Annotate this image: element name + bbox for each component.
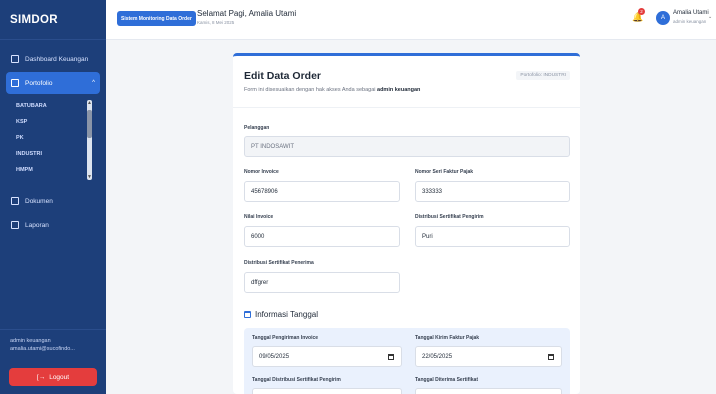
logout-icon: [→: [36, 373, 46, 381]
sidebar-item-label: Laporan: [25, 221, 49, 229]
scroll-thumb[interactable]: [87, 110, 92, 138]
logout-label: Logout: [49, 373, 70, 381]
dashboard-icon: [11, 55, 19, 63]
faktur-label: Nomor Seri Faktur Pajak: [415, 169, 474, 175]
section-label: Informasi Tanggal: [255, 310, 318, 319]
sidebar-nav: Dashboard Keuangan Portofolio ^ BATUBARA…: [0, 40, 106, 246]
brand-logo: SIMDOR: [0, 0, 106, 40]
sidebar-item-dashboard[interactable]: Dashboard Keuangan: [6, 48, 100, 70]
sidebar-user-info: admin keuangan amalia.utami@sucofindo...: [0, 329, 106, 360]
pelanggan-label: Pelanggan: [244, 125, 270, 131]
dist-penerima-field[interactable]: dffgrer: [244, 272, 400, 293]
sidebar-item-label: Dokumen: [25, 197, 53, 205]
topbar: Sistem Monitoring Data Order Selamat Pag…: [106, 0, 716, 40]
greeting-text: Selamat Pagi, Amalia Utami: [197, 9, 297, 18]
sidebar-user-email: amalia.utami@sucofindo...: [10, 346, 75, 352]
invoice-field[interactable]: 45678906: [244, 181, 400, 202]
chart-icon: [11, 221, 19, 229]
divider: [233, 107, 580, 108]
topbar-user-role: admin keuangan: [673, 19, 707, 24]
date-section-title: Informasi Tanggal: [244, 310, 318, 319]
scroll-up-icon[interactable]: ▲: [87, 100, 92, 106]
edit-order-card: Edit Data Order Form ini disesuaikan den…: [233, 53, 580, 394]
tgl-faktur-label: Tanggal Kirim Faktur Pajak: [415, 335, 480, 341]
user-role-highlight: admin keuangan: [377, 87, 421, 93]
sidebar-item-laporan[interactable]: Laporan: [6, 214, 100, 236]
calendar-icon[interactable]: [548, 354, 554, 360]
document-icon: [11, 197, 19, 205]
sidebar-item-portofolio[interactable]: Portofolio ^: [6, 72, 100, 94]
portfolio-submenu: BATUBARA KSP PK INDUSTRI HMPM ▲ ▼: [6, 96, 100, 184]
calendar-icon[interactable]: [388, 354, 394, 360]
tgl-dist-label: Tanggal Distribusi Sertifikat Pengirim: [252, 377, 341, 383]
folder-icon: [11, 79, 19, 87]
tgl-diterima-field[interactable]: [415, 388, 562, 394]
avatar[interactable]: A: [656, 11, 670, 25]
chevron-down-icon[interactable]: ⌄: [708, 14, 712, 20]
sidebar-item-dokumen[interactable]: Dokumen: [6, 190, 100, 212]
portfolio-badge: Portofolio: INDUSTRI: [516, 71, 570, 80]
page-title: Edit Data Order: [244, 70, 322, 82]
topbar-user-name[interactable]: Amalia Utami: [673, 10, 709, 16]
dist-penerima-label: Distribusi Sertifikat Penerima: [244, 260, 314, 266]
tgl-dist-field[interactable]: [252, 388, 402, 394]
nilai-label: Nilai Invoice: [244, 214, 274, 220]
sidebar-user-role: admin keuangan: [10, 338, 51, 344]
submenu-scrollbar[interactable]: ▲ ▼: [87, 100, 92, 180]
calendar-icon: [244, 311, 251, 318]
nilai-field[interactable]: 6000: [244, 226, 400, 247]
logout-button[interactable]: [→ Logout: [9, 368, 97, 386]
invoice-label: Nomor Invoice: [244, 169, 279, 175]
tgl-faktur-field[interactable]: 22/05/2025: [415, 346, 562, 367]
faktur-field[interactable]: 333333: [415, 181, 570, 202]
sidebar-item-label: Dashboard Keuangan: [25, 55, 89, 63]
sidebar: SIMDOR Dashboard Keuangan Portofolio ^ B…: [0, 0, 106, 394]
tgl-invoice-label: Tanggal Pengiriman Invoice: [252, 335, 319, 341]
date-text: Kamis, 8 Mei 2025: [197, 20, 235, 25]
sidebar-item-label: Portofolio: [25, 79, 53, 87]
tgl-invoice-field[interactable]: 09/05/2025: [252, 346, 402, 367]
chevron-up-icon: ^: [92, 80, 95, 86]
notification-badge: 2: [638, 8, 645, 15]
system-badge[interactable]: Sistem Monitoring Data Order: [117, 11, 196, 26]
dist-pengirim-field[interactable]: Puri: [415, 226, 570, 247]
dist-pengirim-label: Distribusi Sertifikat Pengirim: [415, 214, 484, 220]
scroll-down-icon[interactable]: ▼: [87, 174, 92, 180]
form-description: Form ini disesuaikan dengan hak akses An…: [244, 87, 421, 93]
tgl-diterima-label: Tanggal Diterima Sertifikat: [415, 377, 478, 383]
pelanggan-field[interactable]: PT INDOSAWIT: [244, 136, 570, 157]
